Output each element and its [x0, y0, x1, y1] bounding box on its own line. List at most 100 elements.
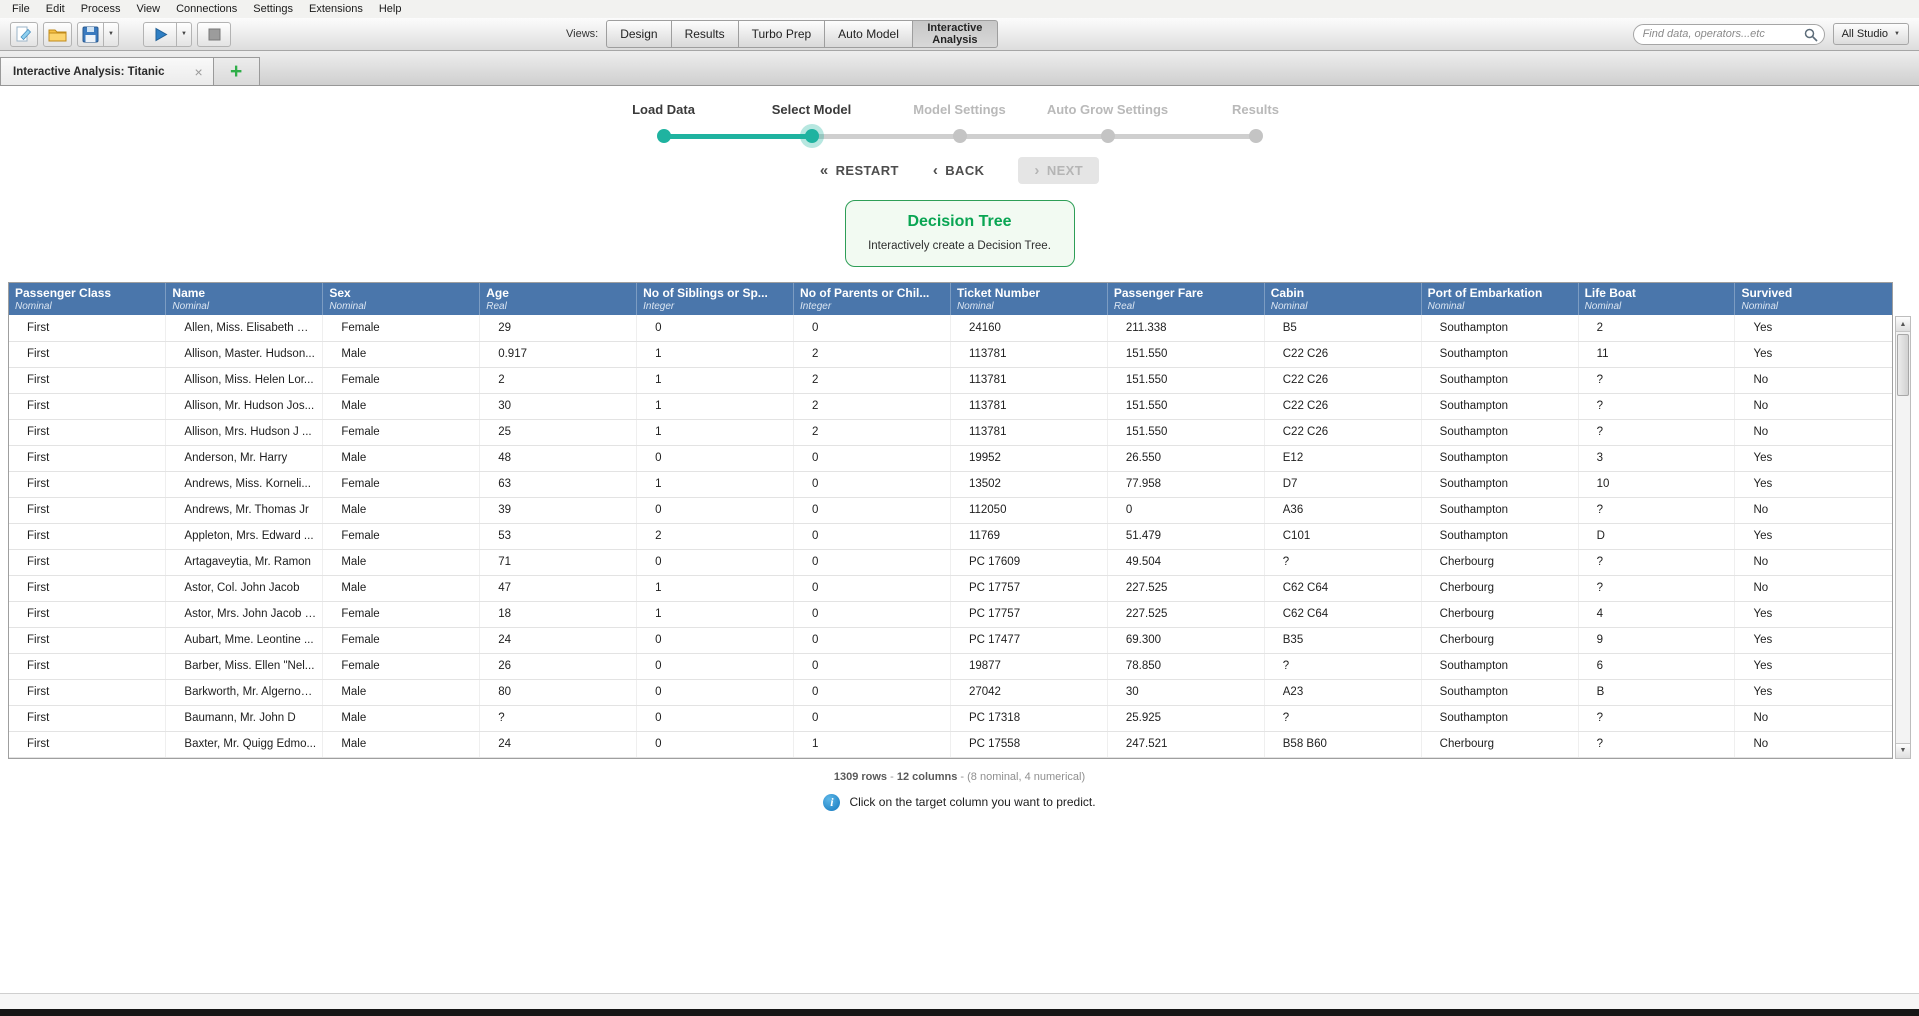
decision-tree-card[interactable]: Decision Tree Interactively create a Dec… — [845, 200, 1075, 267]
table-cell: 11 — [1578, 341, 1735, 367]
table-cell: 0 — [637, 315, 794, 341]
table-cell: Baumann, Mr. John D — [166, 705, 323, 731]
menu-item-view[interactable]: View — [128, 2, 168, 16]
new-tab-button[interactable]: + — [214, 57, 260, 85]
table-cell: B58 B60 — [1264, 731, 1421, 757]
table-cell: Female — [323, 367, 480, 393]
back-button[interactable]: ‹ BACK — [933, 163, 985, 178]
column-header-sex[interactable]: SexNominal — [323, 283, 480, 315]
table-cell: C22 C26 — [1264, 341, 1421, 367]
view-button-design[interactable]: Design — [606, 20, 671, 48]
table-cell: Male — [323, 705, 480, 731]
table-cell: 4 — [1578, 601, 1735, 627]
scroll-down-button[interactable]: ▼ — [1896, 743, 1910, 758]
table-cell: C62 C64 — [1264, 575, 1421, 601]
table-cell: D — [1578, 523, 1735, 549]
open-button[interactable] — [43, 22, 72, 47]
column-header-passenger-class[interactable]: Passenger ClassNominal — [9, 283, 166, 315]
table-cell: Cherbourg — [1421, 601, 1578, 627]
menu-item-process[interactable]: Process — [73, 2, 129, 16]
column-header-life-boat[interactable]: Life BoatNominal — [1578, 283, 1735, 315]
save-options-dropdown[interactable]: ▼ — [104, 22, 119, 47]
wizard-nav-buttons: « RESTART ‹ BACK › NEXT — [0, 157, 1919, 184]
search-icon[interactable] — [1804, 28, 1818, 47]
column-header-no-of-parents-or-chil[interactable]: No of Parents or Chil...Integer — [794, 283, 951, 315]
new-process-button[interactable] — [10, 22, 38, 47]
run-button[interactable] — [143, 22, 177, 47]
close-icon[interactable]: × — [194, 65, 202, 79]
table-cell: First — [9, 523, 166, 549]
run-options-dropdown[interactable]: ▼ — [177, 22, 192, 47]
table-cell: No — [1735, 575, 1892, 601]
search-scope-dropdown[interactable]: All Studio ▼ — [1833, 23, 1909, 45]
open-folder-icon — [48, 26, 67, 43]
main-toolbar: ▼ ▼ Views: Desig — [0, 18, 1919, 51]
table-cell: 0 — [794, 497, 951, 523]
column-header-port-of-embarkation[interactable]: Port of EmbarkationNominal — [1421, 283, 1578, 315]
wizard-step-label: Load Data — [632, 102, 695, 119]
scrollbar-thumb[interactable] — [1897, 334, 1909, 396]
wizard-step-select-model[interactable]: Select Model — [738, 102, 886, 143]
view-button-results[interactable]: Results — [671, 20, 739, 48]
table-cell: Artagaveytia, Mr. Ramon — [166, 549, 323, 575]
save-button[interactable] — [77, 22, 104, 47]
plus-icon: + — [230, 61, 242, 82]
view-button-interactive-analysis[interactable]: Interactive Analysis — [912, 20, 998, 48]
table-cell: A23 — [1264, 679, 1421, 705]
column-header-name[interactable]: NameNominal — [166, 283, 323, 315]
table-cell: Barber, Miss. Ellen "Nel... — [166, 653, 323, 679]
search-input[interactable] — [1633, 24, 1825, 45]
table-row: FirstBaumann, Mr. John DMale?00PC 173182… — [9, 705, 1892, 731]
table-cell: Baxter, Mr. Quigg Edmo... — [166, 731, 323, 757]
table-cell: 2 — [1578, 315, 1735, 341]
table-cell: 0 — [637, 705, 794, 731]
wizard-step-auto-grow-settings[interactable]: Auto Grow Settings — [1034, 102, 1182, 143]
table-cell: 24 — [480, 627, 637, 653]
column-header-age[interactable]: AgeReal — [480, 283, 637, 315]
menu-item-settings[interactable]: Settings — [245, 2, 301, 16]
table-cell: Yes — [1735, 341, 1892, 367]
column-header-cabin[interactable]: CabinNominal — [1264, 283, 1421, 315]
stop-button[interactable] — [197, 22, 231, 47]
table-cell: 1 — [637, 575, 794, 601]
table-row: FirstBarber, Miss. Ellen "Nel...Female26… — [9, 653, 1892, 679]
column-type: Nominal — [172, 301, 318, 312]
table-cell: Female — [323, 523, 480, 549]
dataset-summary: 1309 rows - 12 columns - (8 nominal, 4 n… — [0, 771, 1919, 783]
scroll-up-button[interactable]: ▲ — [1896, 317, 1910, 332]
wizard-step-model-settings[interactable]: Model Settings — [886, 102, 1034, 143]
menu-item-connections[interactable]: Connections — [168, 2, 245, 16]
table-cell: ? — [1578, 549, 1735, 575]
table-row: FirstAubart, Mme. Leontine ...Female2400… — [9, 627, 1892, 653]
menu-item-edit[interactable]: Edit — [38, 2, 73, 16]
vertical-scrollbar[interactable]: ▲ ▼ — [1895, 316, 1911, 759]
table-cell: 2 — [480, 367, 637, 393]
menu-item-file[interactable]: File — [4, 2, 38, 16]
column-name: Life Boat — [1585, 286, 1731, 300]
table-row: FirstAllen, Miss. Elisabeth W...Female29… — [9, 315, 1892, 341]
table-cell: 0.917 — [480, 341, 637, 367]
menu-item-extensions[interactable]: Extensions — [301, 2, 371, 16]
restart-button[interactable]: « RESTART — [820, 163, 899, 178]
view-button-auto-model[interactable]: Auto Model — [824, 20, 913, 48]
table-cell: C22 C26 — [1264, 419, 1421, 445]
table-cell: B5 — [1264, 315, 1421, 341]
column-header-passenger-fare[interactable]: Passenger FareReal — [1107, 283, 1264, 315]
view-button-turbo-prep[interactable]: Turbo Prep — [738, 20, 826, 48]
column-header-no-of-siblings-or-sp[interactable]: No of Siblings or Sp...Integer — [637, 283, 794, 315]
next-button[interactable]: › NEXT — [1018, 157, 1099, 184]
column-header-ticket-number[interactable]: Ticket NumberNominal — [950, 283, 1107, 315]
table-cell: ? — [1578, 575, 1735, 601]
wizard-step-load-data[interactable]: Load Data — [590, 102, 738, 143]
column-header-survived[interactable]: SurvivedNominal — [1735, 283, 1892, 315]
table-cell: 2 — [794, 419, 951, 445]
table-cell: Southampton — [1421, 393, 1578, 419]
save-button-group: ▼ — [77, 22, 119, 47]
tab-interactive-analysis-titanic[interactable]: Interactive Analysis: Titanic × — [0, 57, 214, 85]
table-cell: 1 — [637, 471, 794, 497]
table-cell: No — [1735, 497, 1892, 523]
scrollbar-header-spacer — [1895, 282, 1911, 316]
wizard-step-results[interactable]: Results — [1182, 102, 1330, 143]
arrow-down-icon: ▼ — [1900, 747, 1907, 754]
menu-item-help[interactable]: Help — [371, 2, 410, 16]
